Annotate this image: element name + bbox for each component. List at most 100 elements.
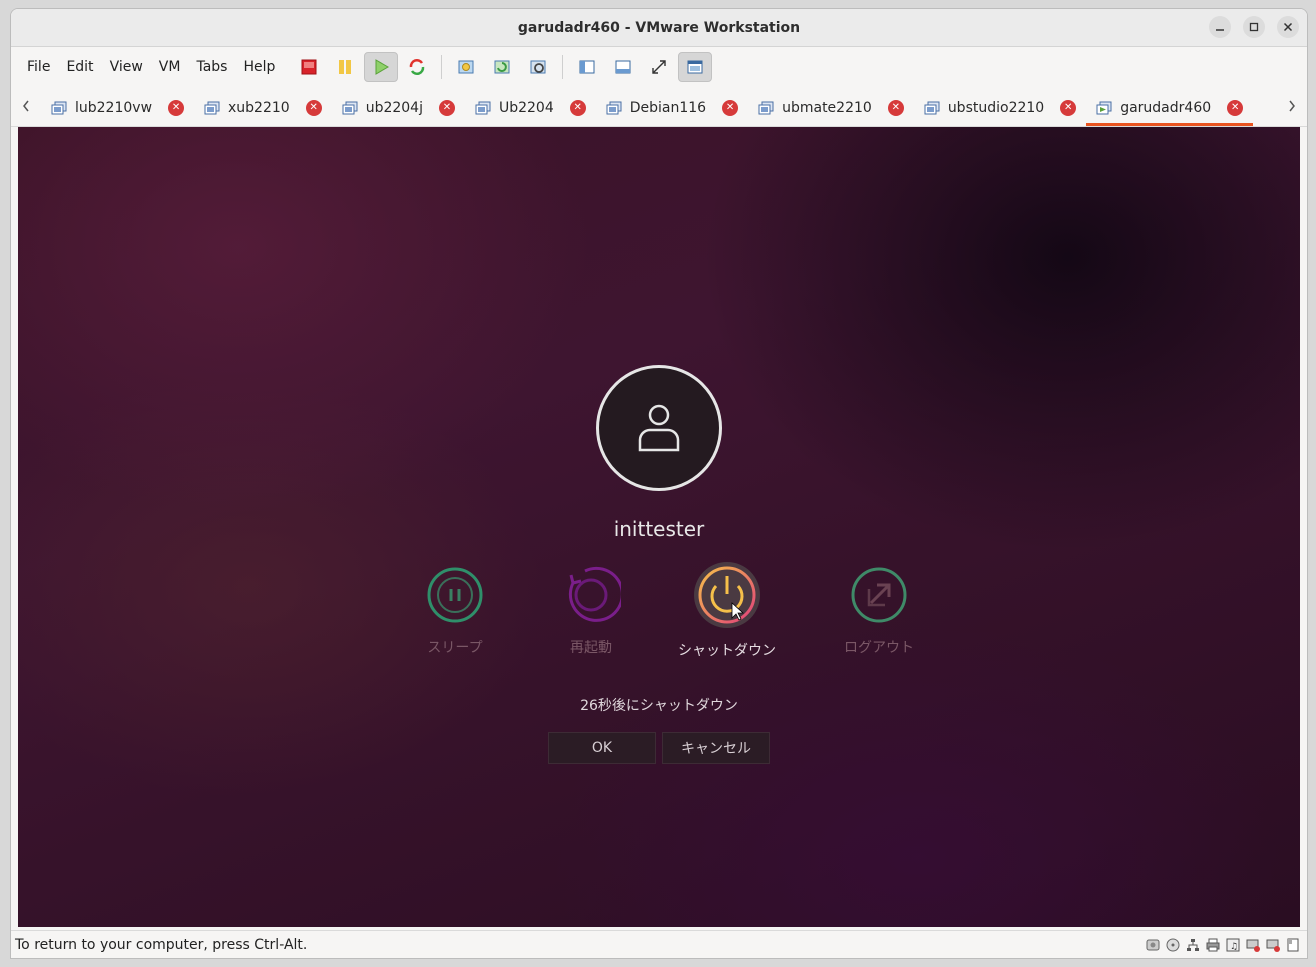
suspend-button[interactable]	[328, 52, 362, 82]
sound-icon[interactable]: ♫	[1225, 937, 1241, 953]
power-off-icon	[301, 59, 317, 75]
tab-debian116[interactable]: Debian116 ✕	[596, 89, 748, 126]
toolbar-separator	[441, 55, 443, 79]
reset-icon	[410, 59, 425, 75]
maximize-icon	[1249, 22, 1259, 32]
restart-label: 再起動	[570, 640, 612, 656]
snapshot-icon	[458, 60, 474, 74]
minimize-icon	[1216, 29, 1224, 31]
logout-action[interactable]: ログアウト	[829, 565, 929, 657]
device-icons: ♫	[1145, 937, 1307, 953]
tab-close-icon[interactable]: ✕	[305, 99, 322, 116]
tab-scroll-right-button[interactable]	[1277, 98, 1307, 117]
vmware-window: garudadr460 - VMware Workstation File Ed…	[10, 8, 1308, 959]
library-button[interactable]	[570, 52, 604, 82]
tab-garudadr460[interactable]: garudadr460 ✕	[1086, 89, 1254, 126]
usb-disconnected-icon[interactable]	[1265, 937, 1281, 953]
tab-label: ub2204j	[365, 99, 423, 116]
message-log-icon[interactable]	[1285, 937, 1301, 953]
power-on-button[interactable]	[364, 52, 399, 82]
tab-xub2210[interactable]: xub2210 ✕	[194, 89, 332, 126]
vm-icon	[204, 101, 220, 114]
tab-label: ubstudio2210	[947, 99, 1045, 116]
tab-label: Ub2204	[498, 99, 554, 116]
unity-button[interactable]	[678, 52, 713, 82]
close-button[interactable]	[1277, 16, 1299, 38]
power-actions: スリープ 再起動 シャットダウン ログアウト	[418, 562, 918, 675]
tab-label: Debian116	[629, 99, 707, 116]
tab-label: garudadr460	[1120, 99, 1212, 116]
tab-label: xub2210	[228, 99, 290, 116]
chevron-left-icon	[23, 100, 29, 112]
shutdown-countdown: 26秒後にシャットダウン	[580, 698, 738, 714]
snapshot-manager-icon	[530, 60, 546, 74]
tab-label: lub2210vw	[75, 99, 153, 116]
tab-ub2204j[interactable]: ub2204j ✕	[332, 89, 465, 126]
fullscreen-button[interactable]	[642, 52, 676, 82]
dialog-buttons: OK キャンセル	[548, 732, 770, 764]
shutdown-icon	[694, 562, 760, 628]
hard-disk-icon[interactable]	[1145, 937, 1161, 953]
revert-snapshot-icon	[494, 60, 510, 74]
chevron-right-icon	[1289, 100, 1295, 112]
shutdown-action[interactable]: シャットダウン	[677, 562, 777, 660]
tab-close-icon[interactable]: ✕	[722, 99, 739, 116]
snapshot-manager-button[interactable]	[521, 52, 555, 82]
sleep-action[interactable]: スリープ	[405, 565, 505, 657]
avatar	[596, 365, 722, 491]
vm-icon	[475, 101, 491, 114]
vm-icon	[342, 101, 358, 114]
tab-close-icon[interactable]: ✕	[1227, 99, 1244, 116]
reset-button[interactable]	[400, 52, 434, 82]
snapshot-button[interactable]	[449, 52, 483, 82]
printer-icon[interactable]	[1205, 937, 1221, 953]
tab-ub2204[interactable]: Ub2204 ✕	[465, 89, 596, 126]
logout-icon	[851, 567, 907, 623]
vm-icon	[51, 101, 67, 114]
tab-label: ubmate2210	[782, 99, 872, 116]
user-icon	[638, 404, 680, 452]
title-bar[interactable]: garudadr460 - VMware Workstation	[11, 9, 1307, 47]
revert-snapshot-button[interactable]	[485, 52, 519, 82]
status-bar: To return to your computer, press Ctrl-A…	[11, 930, 1307, 958]
tab-lub2210vw[interactable]: lub2210vw ✕	[41, 89, 194, 126]
minimize-button[interactable]	[1209, 16, 1231, 38]
tab-ubstudio2210[interactable]: ubstudio2210 ✕	[914, 89, 1086, 126]
tab-ubmate2210[interactable]: ubmate2210 ✕	[748, 89, 914, 126]
menu-edit[interactable]: Edit	[58, 59, 101, 75]
vm-icon	[924, 101, 940, 114]
menu-file[interactable]: File	[19, 59, 58, 75]
username: inittester	[613, 517, 705, 541]
ok-button[interactable]: OK	[548, 732, 656, 764]
status-text: To return to your computer, press Ctrl-A…	[15, 936, 308, 953]
restart-action[interactable]: 再起動	[541, 565, 641, 657]
power-off-button[interactable]	[292, 52, 326, 82]
tab-scroll-left-button[interactable]	[11, 98, 41, 117]
tab-close-icon[interactable]: ✕	[168, 99, 185, 116]
maximize-button[interactable]	[1243, 16, 1265, 38]
menu-help[interactable]: Help	[235, 59, 283, 75]
shutdown-label: シャットダウン	[678, 643, 776, 659]
library-icon	[579, 60, 595, 74]
vm-display[interactable]: inittester スリープ 再起動 シャットダウン ログアウト 26秒後にシ…	[18, 127, 1300, 927]
suspend-icon	[339, 60, 352, 74]
menu-view[interactable]: View	[102, 59, 151, 75]
menu-tabs[interactable]: Tabs	[188, 59, 235, 75]
network-icon[interactable]	[1185, 937, 1201, 953]
window-title: garudadr460 - VMware Workstation	[517, 19, 801, 36]
cancel-button[interactable]: キャンセル	[662, 732, 770, 764]
tab-close-icon[interactable]: ✕	[569, 99, 586, 116]
menu-vm[interactable]: VM	[151, 59, 189, 75]
tab-close-icon[interactable]: ✕	[1060, 99, 1077, 116]
unity-icon	[687, 60, 703, 74]
logout-label: ログアウト	[844, 640, 914, 656]
vm-running-icon	[1096, 101, 1112, 114]
tab-close-icon[interactable]: ✕	[887, 99, 904, 116]
tab-close-icon[interactable]: ✕	[438, 99, 455, 116]
display-disconnected-icon[interactable]	[1245, 937, 1261, 953]
restart-icon	[568, 566, 624, 622]
sleep-label: スリープ	[427, 640, 483, 656]
thumbnail-bar-button[interactable]	[606, 52, 640, 82]
cd-rom-icon[interactable]	[1165, 937, 1181, 953]
thumbnail-bar-icon	[615, 60, 631, 74]
